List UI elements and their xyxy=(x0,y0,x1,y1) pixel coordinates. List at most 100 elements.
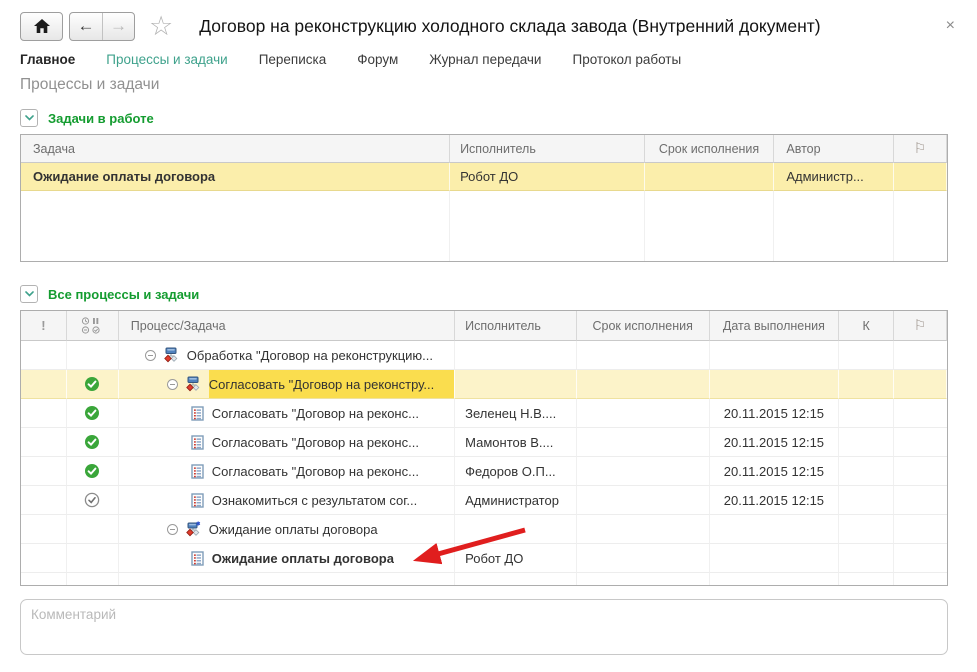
task-icon xyxy=(191,464,204,479)
process-row-ozhidanie[interactable]: Ожидание оплаты договора xyxy=(21,515,947,544)
row-done xyxy=(710,544,840,573)
task-icon xyxy=(191,493,204,508)
home-icon xyxy=(34,19,50,33)
col-k[interactable]: К xyxy=(839,311,894,341)
tab-protokol[interactable]: Протокол работы xyxy=(572,52,681,67)
task-row-mamontov[interactable]: Согласовать "Договор на реконс... Мамонт… xyxy=(21,428,947,457)
collapse-node-icon[interactable] xyxy=(167,524,178,535)
back-button[interactable]: ← xyxy=(70,13,102,40)
row-executor: Мамонтов В.... xyxy=(455,428,577,457)
tab-zhurnal[interactable]: Журнал передачи xyxy=(429,52,541,67)
col-executor[interactable]: Исполнитель xyxy=(450,135,645,163)
tasks-table-header: Задача Исполнитель Срок исполнения Автор… xyxy=(21,135,947,163)
col-due-label: Срок исполнения xyxy=(659,142,759,156)
process-icon xyxy=(163,347,179,363)
row-executor: Зеленец Н.В.... xyxy=(455,399,577,428)
task-row-fedorov[interactable]: Согласовать "Договор на реконс... Федоро… xyxy=(21,457,947,486)
tasks-table-empty-area xyxy=(21,191,947,261)
task-row-oznakomitsya[interactable]: Ознакомиться с результатом сог... Админи… xyxy=(21,486,947,515)
collapse-all-button[interactable] xyxy=(20,285,38,303)
flag-icon: ⚐ xyxy=(914,317,927,334)
tab-bar: Главное Процессы и задачи Переписка Фору… xyxy=(20,52,957,67)
nav-buttons: ← → xyxy=(69,12,135,41)
row-done: 20.11.2015 12:15 xyxy=(710,428,840,457)
chevron-down-icon xyxy=(25,115,34,121)
col-due2[interactable]: Срок исполнения xyxy=(577,311,710,341)
col-flag[interactable]: ⚐ xyxy=(894,135,947,163)
tab-forum[interactable]: Форум xyxy=(357,52,398,67)
collapse-node-icon[interactable] xyxy=(145,350,156,361)
col-author[interactable]: Автор xyxy=(774,135,894,163)
process-new-icon xyxy=(185,521,201,537)
completed-check-icon xyxy=(84,463,100,479)
close-icon[interactable]: × xyxy=(944,17,957,35)
task-icon xyxy=(191,551,204,566)
row-done: 20.11.2015 12:15 xyxy=(710,399,840,428)
flag-icon: ⚐ xyxy=(914,140,927,157)
task-row-ozhidanie-oplaty[interactable]: Ожидание оплаты договора Робот ДО xyxy=(21,544,947,573)
task-due xyxy=(645,163,775,191)
task-author: Администр... xyxy=(774,163,894,191)
col-due[interactable]: Срок исполнения xyxy=(645,135,775,163)
col-flag2[interactable]: ⚐ xyxy=(894,311,947,341)
row-done xyxy=(710,370,840,399)
collapse-node-icon[interactable] xyxy=(167,379,178,390)
task-name: Согласовать "Договор на реконс... xyxy=(212,406,419,421)
forward-icon: → xyxy=(110,16,127,36)
row-done xyxy=(710,341,840,370)
toolbar: ← → ☆ Договор на реконструкцию холодного… xyxy=(20,10,957,42)
done-outline-check-icon xyxy=(84,492,100,508)
col-executor2[interactable]: Исполнитель xyxy=(455,311,577,341)
section-tasks-title[interactable]: Задачи в работе xyxy=(48,111,154,126)
row-executor xyxy=(455,370,577,399)
task-name: Согласовать "Договор на реконс... xyxy=(212,435,419,450)
tab-processy-zadachi[interactable]: Процессы и задачи xyxy=(106,52,227,67)
completed-check-icon xyxy=(84,405,100,421)
col-process[interactable]: Процесс/Задача xyxy=(119,311,455,341)
row-executor xyxy=(455,341,577,370)
comment-input[interactable] xyxy=(20,599,948,655)
col-task[interactable]: Задача xyxy=(21,135,450,163)
processes-table-header: ! Процесс/Задача Исполнитель Срок исполн… xyxy=(21,311,947,341)
process-row-soglasovat-selected[interactable]: Согласовать "Договор на реконстру... xyxy=(21,370,947,399)
task-name: Согласовать "Договор на реконс... xyxy=(212,464,419,479)
task-name: Ожидание оплаты договора xyxy=(212,551,394,566)
col-done[interactable]: Дата выполнения xyxy=(710,311,840,341)
home-button[interactable] xyxy=(20,12,63,41)
col-importance[interactable]: ! xyxy=(21,311,67,341)
process-name: Ожидание оплаты договора xyxy=(209,522,378,537)
processes-table-empty-area xyxy=(21,573,947,585)
section-all-header: Все процессы и задачи xyxy=(20,285,957,303)
process-name: Согласовать "Договор на реконстру... xyxy=(209,377,434,392)
tab-glavnoe[interactable]: Главное xyxy=(20,52,75,67)
row-executor: Администратор xyxy=(455,486,577,515)
col-status[interactable] xyxy=(67,311,119,341)
task-row-zelenec[interactable]: Согласовать "Договор на реконс... Зелене… xyxy=(21,399,947,428)
task-name: Ожидание оплаты договора xyxy=(21,163,450,191)
document-window: ← → ☆ Договор на реконструкцию холодного… xyxy=(0,10,977,672)
importance-icon: ! xyxy=(41,318,45,333)
task-flag-cell xyxy=(894,163,947,191)
collapse-tasks-button[interactable] xyxy=(20,109,38,127)
section-all-title[interactable]: Все процессы и задачи xyxy=(48,287,199,302)
task-row[interactable]: Ожидание оплаты договора Робот ДО Админи… xyxy=(21,163,947,191)
page-title: Процессы и задачи xyxy=(20,76,957,94)
processes-table: ! Процесс/Задача Исполнитель Срок исполн… xyxy=(20,310,948,586)
window-title: Договор на реконструкцию холодного склад… xyxy=(199,16,935,37)
tasks-table: Задача Исполнитель Срок исполнения Автор… xyxy=(20,134,948,262)
process-row-obrabotka[interactable]: Обработка "Договор на реконструкцию... xyxy=(21,341,947,370)
status-icons xyxy=(81,317,103,334)
tab-perepiska[interactable]: Переписка xyxy=(259,52,327,67)
process-name: Обработка "Договор на реконструкцию... xyxy=(187,348,433,363)
task-icon xyxy=(191,406,204,421)
row-executor: Робот ДО xyxy=(455,544,577,573)
forward-button[interactable]: → xyxy=(102,13,134,40)
row-executor xyxy=(455,515,577,544)
selected-cell: Согласовать "Договор на реконстру... xyxy=(209,370,454,398)
row-done: 20.11.2015 12:15 xyxy=(710,457,840,486)
back-icon: ← xyxy=(78,16,95,36)
chevron-down-icon xyxy=(25,291,34,297)
task-icon xyxy=(191,435,204,450)
favorite-star-icon[interactable]: ☆ xyxy=(149,13,173,40)
section-tasks-header: Задачи в работе xyxy=(20,109,957,127)
